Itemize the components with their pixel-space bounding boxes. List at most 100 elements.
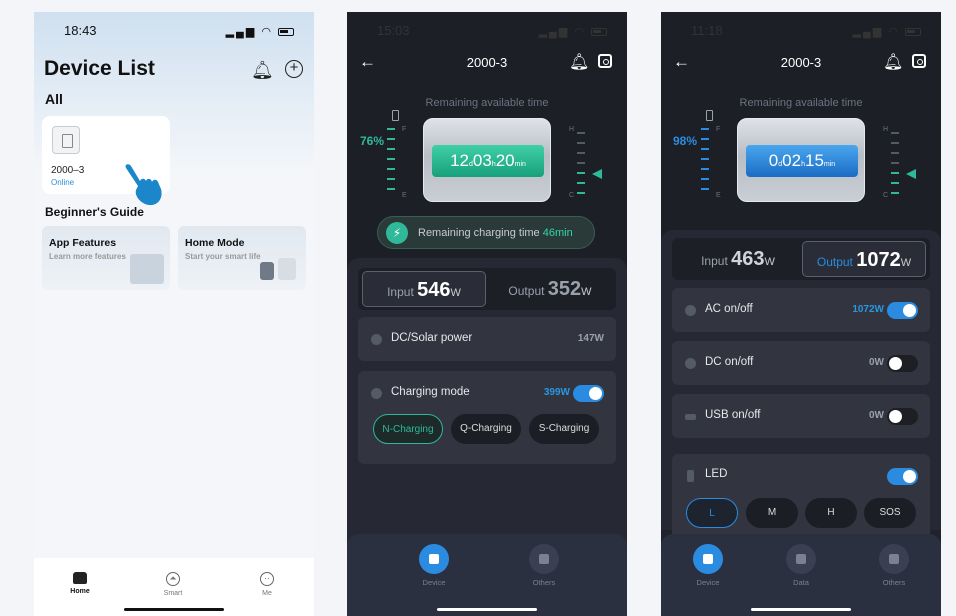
nav-label: Device — [422, 578, 446, 587]
guide-card-sub: Learn more features — [49, 252, 126, 261]
me-icon: ·· — [260, 572, 274, 586]
led-mode-h[interactable]: H — [805, 498, 857, 528]
home-icon — [73, 572, 87, 584]
settings-icon[interactable] — [912, 54, 926, 68]
phone-device-detail-charging: 15:03 ▂▄▆ ◠ ← 2000-3 🔔︎ Remaining availa… — [347, 12, 627, 616]
charging-mode-toggle[interactable] — [573, 385, 604, 402]
led-mode-sos[interactable]: SOS — [864, 498, 916, 528]
chip-n-charging[interactable]: N-Charging — [373, 414, 443, 444]
settings-icon[interactable] — [598, 54, 612, 68]
dc-icon — [685, 358, 696, 369]
input-tab[interactable]: Input 546W — [362, 271, 486, 307]
guide-card-sub: Start your smart life — [185, 252, 261, 261]
bottom-nav: Home ⏶ Smart ·· Me — [34, 558, 314, 616]
output-tab[interactable]: Output 352W — [488, 271, 612, 307]
row-label: LED — [705, 468, 728, 480]
nav-home[interactable]: Home — [60, 572, 100, 595]
status-bar: 18:43 ▂▄▆ ◠ — [34, 23, 314, 43]
remaining-time-display: 0d02h15min — [768, 151, 836, 170]
status-icons: ▂▄▆ ◠ — [226, 25, 294, 38]
nav-device[interactable]: Device — [409, 544, 459, 587]
led-mode-m[interactable]: M — [746, 498, 798, 528]
status-time: 18:43 — [64, 23, 97, 38]
speaker-illustration — [260, 262, 274, 280]
row-label: AC on/off — [705, 303, 753, 315]
input-tab[interactable]: Input 463W — [676, 241, 800, 277]
bell-icon[interactable]: 🔔︎ — [569, 52, 589, 72]
battery-gauge: FE — [701, 110, 721, 200]
guide-card-title: Home Mode — [185, 237, 245, 249]
guide-card-app-features[interactable]: App Features Learn more features — [42, 226, 170, 290]
battery-percent: 76% — [360, 134, 385, 148]
battery-icon — [905, 28, 921, 37]
dc-toggle[interactable] — [887, 355, 918, 372]
row-value: 399W — [543, 387, 570, 398]
device-status: Online — [51, 178, 75, 187]
nav-label: Home — [70, 588, 90, 595]
battery-percent: 98% — [673, 134, 698, 148]
bottom-nav: Device Others — [347, 534, 627, 616]
status-bar: 15:03 ▂▄▆ ◠ — [347, 23, 627, 43]
io-segment: Input 546W Output 352W — [358, 268, 616, 310]
row-label: DC/Solar power — [391, 332, 473, 344]
row-label: USB on/off — [705, 409, 761, 421]
others-icon — [529, 544, 559, 574]
charging-time-text: Remaining charging time 46min — [418, 227, 573, 239]
output-tab[interactable]: Output 1072W — [802, 241, 926, 277]
nav-others[interactable]: Others — [869, 544, 919, 587]
nav-label: Smart — [163, 590, 183, 597]
row-value: 1072W — [852, 304, 884, 315]
remaining-time-label: Remaining available time — [739, 97, 863, 109]
usb-row: USB on/off 0W — [672, 394, 930, 438]
ac-row: AC on/off 1072W — [672, 288, 930, 332]
led-toggle[interactable] — [887, 468, 918, 485]
guide-card-home-mode[interactable]: Home Mode Start your smart life — [178, 226, 306, 290]
pointing-hand-icon — [125, 164, 162, 206]
charging-mode-row: Charging mode 399W N-Charging Q-Charging… — [358, 371, 616, 464]
device-icon — [52, 126, 80, 154]
status-time: 15:03 — [377, 23, 410, 38]
home-indicator — [124, 608, 224, 611]
battery-icon — [278, 28, 294, 37]
usb-toggle[interactable] — [887, 408, 918, 425]
row-label: Charging mode — [391, 386, 470, 398]
status-icons: ▂▄▆ ◠ — [853, 25, 921, 38]
chip-q-charging[interactable]: Q-Charging — [451, 414, 521, 444]
nav-label: Others — [882, 578, 906, 587]
device-icon — [693, 544, 723, 574]
bell-icon[interactable]: 🔔︎ — [251, 60, 274, 81]
battery-gauge: FE — [387, 110, 407, 200]
nav-label: Data — [793, 578, 809, 587]
row-label: DC on/off — [705, 356, 754, 368]
row-value: 147W — [577, 333, 604, 344]
bell-icon[interactable]: 🔔︎ — [883, 52, 903, 72]
nav-smart[interactable]: ⏶ Smart — [153, 572, 193, 597]
dc-row: DC on/off 0W — [672, 341, 930, 385]
add-device-button[interactable]: + — [285, 60, 303, 78]
ac-toggle[interactable] — [887, 302, 918, 319]
battery-small-icon — [392, 110, 399, 121]
nav-others[interactable]: Others — [519, 544, 569, 587]
row-value: 0W — [869, 357, 884, 368]
status-icons: ▂▄▆ ◠ — [539, 25, 607, 38]
chip-s-charging[interactable]: S-Charging — [529, 414, 599, 444]
battery-screen: 0d02h15min — [746, 145, 858, 177]
battery-screen: 12d03h20min — [432, 145, 544, 177]
dc-solar-row: DC/Solar power 147W — [358, 317, 616, 361]
nav-me[interactable]: ·· Me — [247, 572, 287, 597]
filter-all[interactable]: All — [45, 91, 63, 107]
row-value: 0W — [869, 410, 884, 421]
led-mode-l[interactable]: L — [686, 498, 738, 528]
battery-icon — [591, 28, 607, 37]
power-station-image: 12d03h20min — [423, 118, 551, 202]
led-icon — [687, 470, 694, 482]
nav-label: Others — [532, 578, 556, 587]
status-bar: 11:18 ▂▄▆ ◠ — [661, 23, 941, 43]
nav-data[interactable]: Data — [776, 544, 826, 587]
page-title: Device List — [44, 57, 155, 80]
status-time: 11:18 — [691, 23, 723, 38]
battery-small-icon — [706, 110, 713, 121]
charging-time-pill: ⚡︎ Remaining charging time 46min — [377, 216, 595, 249]
ac-icon — [685, 305, 696, 316]
nav-device[interactable]: Device — [683, 544, 733, 587]
